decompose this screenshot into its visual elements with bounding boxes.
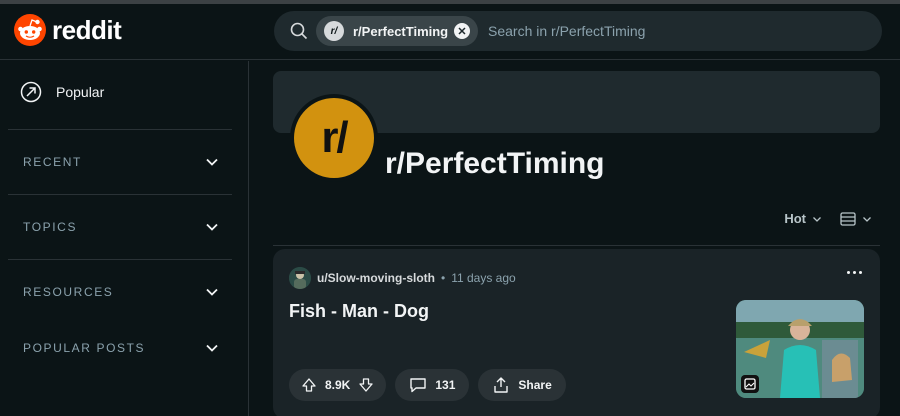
post-card[interactable]: u/Slow-moving-sloth • 11 days ago Fish -… (273, 249, 880, 416)
search-input[interactable]: Search in r/PerfectTiming (488, 23, 645, 39)
sort-dropdown[interactable]: Hot (784, 211, 822, 226)
vote-count: 8.9K (325, 378, 351, 392)
feed-sort-bar: Hot (784, 211, 872, 226)
sidebar-section-popular-posts[interactable]: POPULAR POSTS (23, 341, 219, 355)
sidebar-item-label: Popular (56, 84, 105, 100)
chevron-down-icon (863, 216, 871, 222)
reddit-snoo-icon (14, 14, 46, 46)
post-thumbnail[interactable] (736, 300, 864, 398)
chevron-down-icon (206, 158, 218, 166)
section-label: POPULAR POSTS (23, 341, 146, 355)
sidebar-divider (8, 259, 232, 260)
chevron-down-icon (206, 223, 218, 231)
gallery-icon (741, 375, 759, 393)
post-author[interactable]: u/Slow-moving-sloth (317, 271, 435, 285)
sidebar-divider (8, 129, 232, 130)
vote-control: 8.9K (289, 369, 387, 401)
share-button[interactable]: Share (478, 369, 566, 401)
post-actions: 8.9K 131 Share (289, 369, 566, 401)
post-meta: u/Slow-moving-sloth • 11 days ago (289, 267, 516, 289)
community-avatar-text: r/ (294, 98, 374, 178)
chevron-down-icon (206, 344, 218, 352)
card-view-icon (840, 211, 856, 226)
sidebar-section-recent[interactable]: RECENT (23, 155, 219, 169)
chip-label: r/PerfectTiming (353, 23, 449, 39)
community-avatar: r/ (290, 94, 378, 182)
user-avatar[interactable] (289, 267, 311, 289)
search-bar[interactable]: r/ r/PerfectTiming ✕ Search in r/Perfect… (274, 11, 882, 51)
comments-button[interactable]: 131 (395, 369, 470, 401)
share-icon (494, 377, 509, 393)
chevron-down-icon (813, 216, 821, 222)
popular-arrow-icon (20, 81, 42, 103)
post-title[interactable]: Fish - Man - Dog (289, 301, 429, 322)
left-sidebar: Popular RECENT TOPICS RESOURCES POPULAR … (0, 61, 249, 416)
chip-close-icon[interactable]: ✕ (454, 23, 470, 39)
top-header: reddit r/ r/PerfectTiming ✕ Search in r/… (0, 4, 900, 60)
share-label: Share (518, 378, 552, 392)
view-mode-dropdown[interactable] (840, 211, 872, 226)
sort-label: Hot (784, 211, 806, 226)
sidebar-section-resources[interactable]: RESOURCES (23, 285, 219, 299)
section-label: TOPICS (23, 220, 78, 234)
sidebar-divider (8, 194, 232, 195)
chip-community-avatar: r/ (324, 21, 344, 41)
comment-count: 131 (435, 378, 456, 392)
section-label: RECENT (23, 155, 82, 169)
search-icon (290, 22, 308, 40)
upvote-icon[interactable] (301, 377, 317, 393)
downvote-icon[interactable] (358, 377, 374, 393)
more-options-icon[interactable] (847, 271, 862, 274)
section-label: RESOURCES (23, 285, 114, 299)
chevron-down-icon (206, 288, 218, 296)
community-search-chip[interactable]: r/ r/PerfectTiming ✕ (316, 16, 478, 46)
logo-wordmark: reddit (52, 14, 122, 45)
meta-separator: • (441, 271, 446, 285)
sidebar-item-popular[interactable]: Popular (20, 81, 104, 103)
main-content: r/ r/PerfectTiming Hot u/Slow-moving-slo… (250, 61, 900, 416)
post-timestamp: 11 days ago (451, 271, 516, 285)
community-title: r/PerfectTiming (385, 147, 605, 180)
feed-divider (273, 245, 880, 246)
comment-icon (410, 378, 427, 393)
sidebar-section-topics[interactable]: TOPICS (23, 220, 219, 234)
reddit-logo[interactable]: reddit (14, 14, 122, 46)
